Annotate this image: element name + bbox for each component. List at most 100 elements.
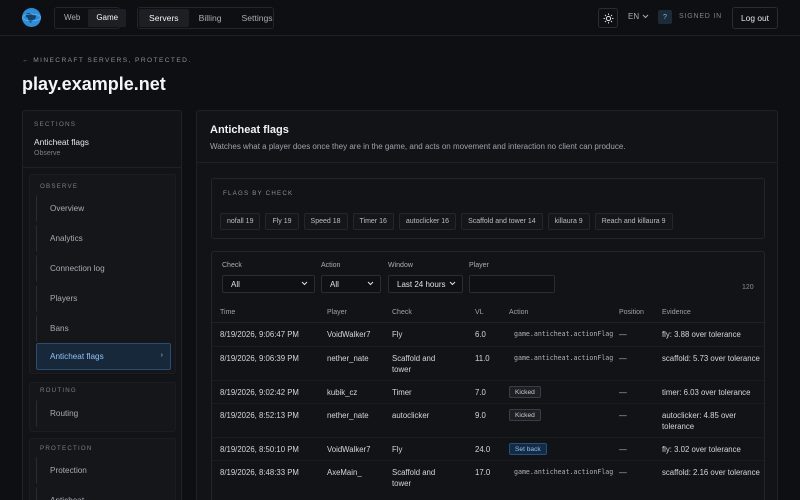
flag-chip-list: nofall 19 Fly 19 Speed 18 Timer 16 autoc… [220, 213, 673, 230]
cell-evidence: fly: 3.02 over tolerance [662, 445, 741, 454]
cell-evidence: scaffold: 5.73 over tolerance [662, 354, 760, 363]
cell-action: game.anticheat.actionFlag [514, 354, 614, 362]
cell-position: — [619, 354, 627, 363]
cell-time: 8/19/2026, 8:50:10 PM [220, 445, 299, 454]
check-filter-value: All [231, 279, 240, 289]
cell-evidence: fly: 3.88 over tolerance [662, 330, 741, 339]
cell-vl: 11.0 [475, 354, 490, 363]
column-header-player: Player [327, 309, 347, 316]
sidebar-item-overview[interactable]: Overview [36, 195, 171, 222]
flag-chip[interactable]: Timer 16 [352, 213, 394, 230]
flag-chip[interactable]: nofall 19 [220, 213, 261, 230]
cell-player[interactable]: nether_nate [327, 410, 369, 421]
result-count: 120 [742, 284, 754, 291]
action-filter-label: Action [321, 262, 341, 269]
flags-table-card: Check All Action All Window Last 24 hour… [211, 251, 766, 500]
chevron-down-icon [367, 281, 374, 286]
column-header-evidence: Evidence [662, 309, 691, 316]
row-divider [212, 380, 766, 381]
nav-tab-settings[interactable]: Settings [232, 9, 283, 27]
theme-toggle-button[interactable] [598, 8, 618, 28]
check-filter-label: Check [222, 262, 242, 269]
flag-chip[interactable]: Scaffold and tower 14 [461, 213, 543, 230]
cell-position: — [619, 388, 627, 397]
chevron-down-icon [301, 281, 308, 286]
breadcrumb[interactable]: ← MINECRAFT SERVERS, PROTECTED. [22, 57, 192, 64]
action-badge-set-back: Set back [509, 443, 547, 455]
column-header-position: Position [619, 309, 644, 316]
cell-action: game.anticheat.actionFlag [514, 330, 614, 338]
window-filter-select[interactable]: Last 24 hours [388, 275, 463, 293]
mode-tab-game[interactable]: Game [88, 9, 127, 27]
sidebar-group-protection: PROTECTION Protection Anticheat [29, 438, 176, 500]
sidebar-item-anticheat[interactable]: Anticheat [36, 487, 171, 500]
nav-tab-billing[interactable]: Billing [189, 9, 232, 27]
sidebar-item-bans[interactable]: Bans [36, 315, 171, 342]
sidebar-item-routing[interactable]: Routing [36, 400, 171, 427]
cell-player[interactable]: VoidWalker7 [327, 329, 370, 340]
player-filter-input[interactable] [469, 275, 555, 293]
panel-title: Anticheat flags [210, 124, 289, 136]
help-badge[interactable]: ? [658, 10, 672, 24]
sidebar-group-observe: OBSERVE Overview Analytics Connection lo… [29, 174, 176, 374]
sidebar-item-analytics[interactable]: Analytics [36, 225, 171, 252]
column-header-time: Time [220, 309, 236, 316]
panel-description: Watches what a player does once they are… [210, 142, 626, 151]
chevron-right-icon: › [160, 352, 163, 359]
cell-time: 8/19/2026, 8:48:33 PM [220, 468, 299, 477]
cell-player[interactable]: AxeMain_ [327, 467, 362, 478]
sidebar-item-players[interactable]: Players [36, 285, 171, 312]
flag-chip[interactable]: Speed 18 [303, 213, 348, 230]
cell-player[interactable]: kubik_cz [327, 387, 357, 398]
mode-tab-web[interactable]: Web [56, 9, 88, 27]
row-divider [212, 346, 766, 347]
sidebar-item-protection[interactable]: Protection [36, 457, 171, 484]
main-panel: Anticheat flags Watches what a player do… [196, 110, 778, 500]
globe-logo-icon[interactable] [22, 8, 41, 27]
cell-evidence: scaffold: 2.16 over tolerance [662, 468, 760, 477]
sidebar-item-anticheat-flags[interactable]: Anticheat flags › [36, 343, 171, 370]
flags-by-check-card: FLAGS BY CHECK nofall 19 Fly 19 Speed 18… [211, 178, 765, 239]
sidebar-group-routing: ROUTING Routing [29, 382, 176, 432]
flags-by-check-label: FLAGS BY CHECK [223, 190, 294, 197]
header-divider [212, 322, 766, 323]
column-header-vl: VL [475, 309, 484, 316]
flag-chip[interactable]: autoclicker 16 [398, 213, 457, 230]
window-filter-label: Window [388, 262, 413, 269]
cell-time: 8/19/2026, 8:52:13 PM [220, 411, 299, 420]
cell-check: Scaffold and tower [392, 468, 436, 488]
flag-chip[interactable]: Fly 19 [265, 213, 299, 230]
sections-label: SECTIONS [34, 121, 77, 128]
row-divider [212, 437, 766, 438]
action-filter-select[interactable]: All [321, 275, 381, 293]
cell-position: — [619, 411, 627, 420]
signed-in-label: SIGNED IN [679, 13, 722, 20]
check-filter-select[interactable]: All [222, 275, 315, 293]
page-title: play.example.net [22, 74, 166, 94]
flag-chip[interactable]: Reach and killaura 9 [594, 213, 673, 230]
cell-vl: 7.0 [475, 388, 486, 397]
mode-switch: Web Game [54, 7, 127, 29]
window-filter-value: Last 24 hours [397, 279, 446, 289]
top-bar: Web Game Servers Billing Settings EN ? S… [0, 0, 800, 36]
cell-evidence: timer: 6.03 over tolerance [662, 388, 751, 397]
flag-chip[interactable]: killaura 9 [547, 213, 590, 230]
cell-vl: 9.0 [475, 411, 486, 420]
action-badge-kicked: Kicked [509, 386, 541, 398]
cell-time: 8/19/2026, 9:06:47 PM [220, 330, 299, 339]
sidebar-item-connection-log[interactable]: Connection log [36, 255, 171, 282]
sun-icon [603, 13, 613, 23]
current-section-group: Observe [34, 150, 61, 157]
cell-position: — [619, 445, 627, 454]
cell-player[interactable]: VoidWalker7 [327, 444, 370, 455]
row-divider [212, 403, 766, 404]
nav-tab-servers[interactable]: Servers [139, 9, 189, 27]
language-select[interactable]: EN [628, 12, 649, 21]
sidebar: SECTIONS Anticheat flags Observe OBSERVE… [22, 110, 182, 500]
cell-player[interactable]: nether_nate [327, 353, 369, 364]
column-header-check: Check [392, 309, 412, 316]
logout-button[interactable]: Log out [732, 7, 778, 29]
cell-check: Timer [392, 388, 412, 397]
row-divider [212, 460, 766, 461]
cell-vl: 6.0 [475, 330, 486, 339]
